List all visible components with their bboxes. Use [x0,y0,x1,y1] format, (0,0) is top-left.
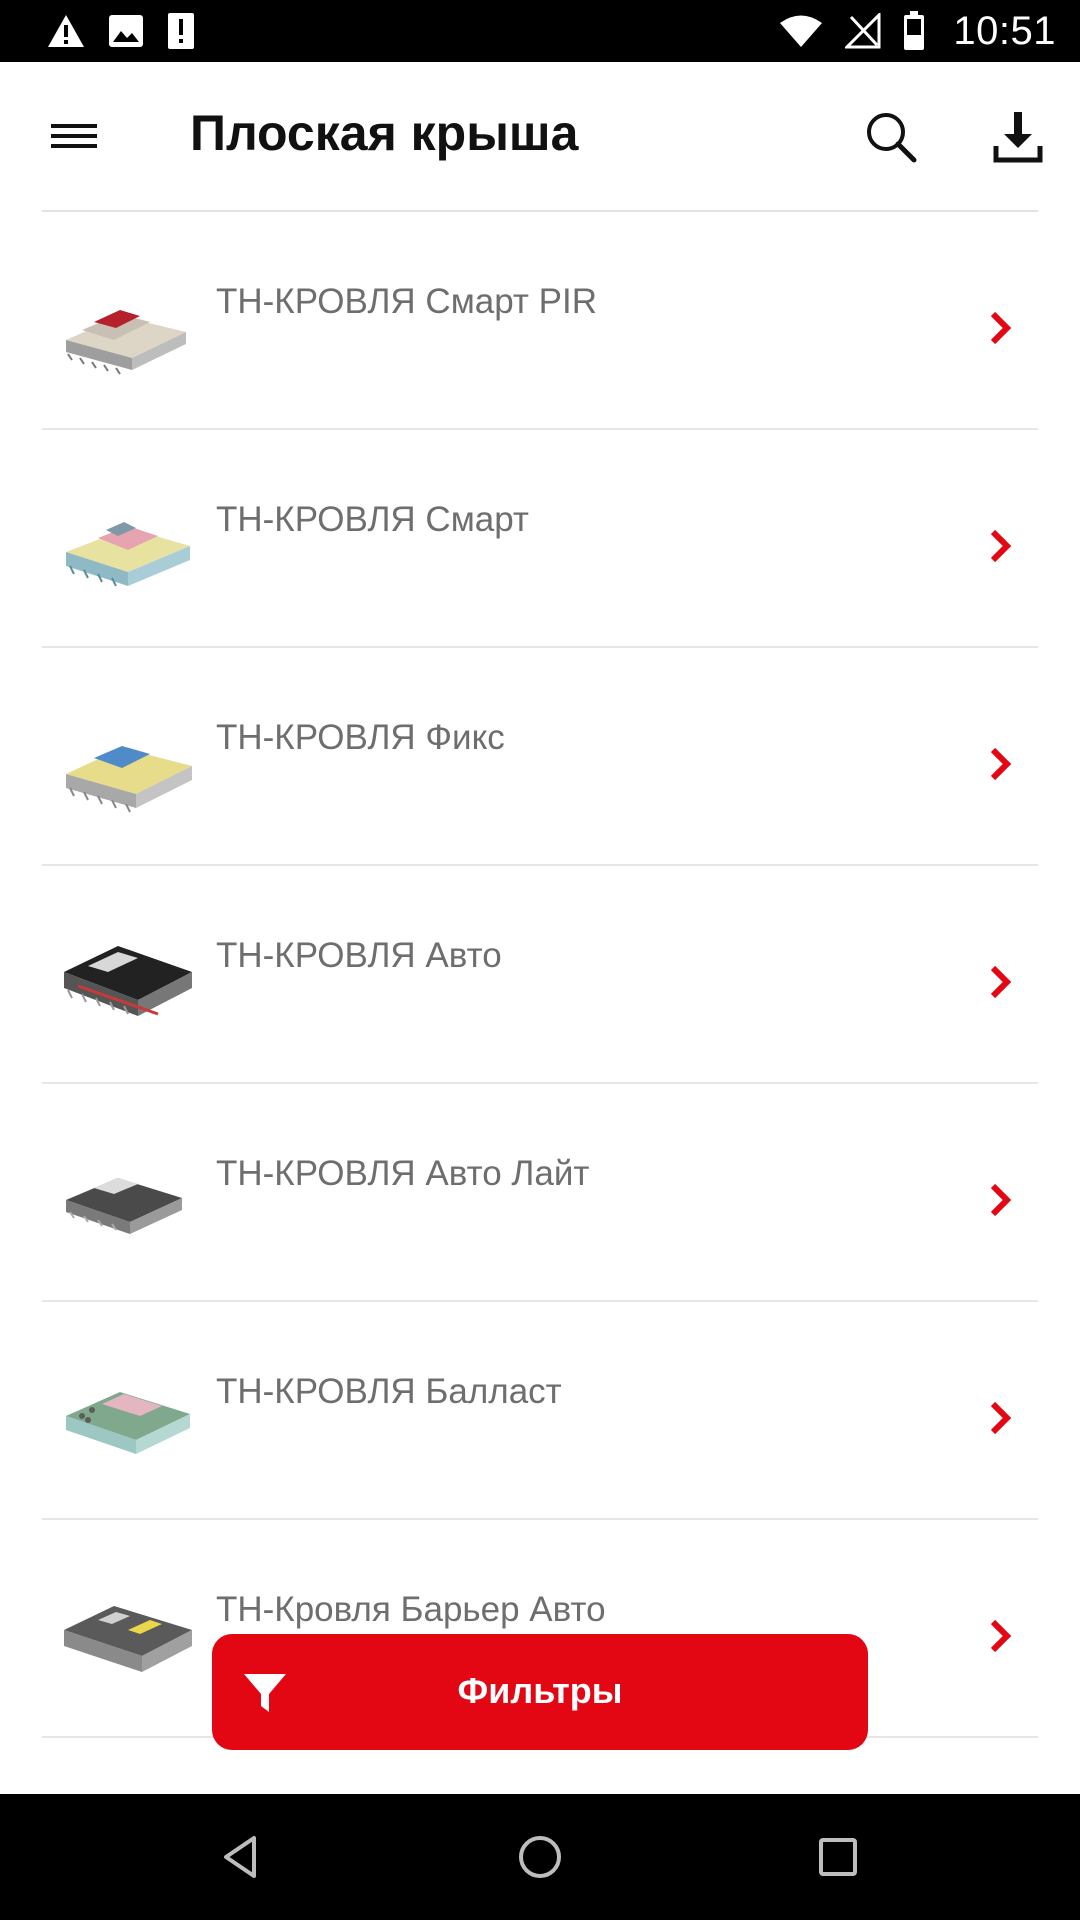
back-icon [224,1836,256,1878]
list-item[interactable]: ТН-КРОВЛЯ Авто Лайт [0,1084,1080,1302]
recents-button[interactable] [805,1824,871,1890]
wifi-icon [780,15,823,47]
status-time: 10:51 [953,8,1056,53]
chevron-right-icon [990,1183,1012,1217]
list-item[interactable]: ТН-КРОВЛЯ Фикс [0,648,1080,866]
menu-button[interactable] [38,110,110,162]
image-icon [109,15,143,47]
status-bar: 10:51 [0,0,1080,62]
item-title: ТН-КРОВЛЯ Авто Лайт [216,1154,590,1193]
page-title: Плоская крыша [190,105,579,161]
list-item[interactable]: ТН-КРОВЛЯ Авто [0,866,1080,1084]
app-bar: Плоская крыша [0,62,1080,210]
chevron-right-icon [990,311,1012,345]
filters-button[interactable]: Фильтры [212,1634,868,1750]
item-title: ТН-КРОВЛЯ Смарт [216,500,529,539]
roof-thumbnail [66,746,192,813]
chevron-right-icon [990,529,1012,563]
menu-icon [51,124,97,148]
item-title: ТН-КРОВЛЯ Балласт [216,1372,562,1411]
warning-icon [48,15,84,47]
roof-thumbnail [64,1606,192,1672]
roof-thumbnail [66,1392,190,1454]
item-title: ТН-КРОВЛЯ Смарт PIR [216,282,598,321]
roof-thumbnail [66,1178,182,1234]
recents-icon [819,1838,857,1876]
item-title: ТН-КРОВЛЯ Фикс [216,718,505,757]
filters-label: Фильтры [457,1670,623,1711]
download-icon [993,112,1043,163]
battery-icon [904,11,925,50]
chevron-right-icon [990,747,1012,781]
search-icon [867,113,917,163]
chevron-right-icon [990,1401,1012,1435]
roof-thumbnail [66,310,186,375]
list-item[interactable]: ТН-КРОВЛЯ Смарт PIR [0,212,1080,430]
item-title: ТН-Кровля Барьер Авто [216,1590,606,1629]
chevron-right-icon [990,965,1012,999]
roof-system-list: ТН-КРОВЛЯ Смарт PIR ТН-КРОВЛЯ Смарт ТН-К… [0,212,1080,1738]
download-button[interactable] [986,106,1050,170]
search-button[interactable] [860,106,924,170]
home-button[interactable] [507,1824,573,1890]
list-item[interactable]: ТН-КРОВЛЯ Смарт [0,430,1080,648]
item-title: ТН-КРОВЛЯ Авто [216,936,502,975]
navigation-bar [0,1794,1080,1920]
back-button[interactable] [208,1824,274,1890]
chevron-right-icon [990,1619,1012,1653]
roof-thumbnail [64,946,192,1016]
list-item[interactable]: ТН-КРОВЛЯ Балласт [0,1302,1080,1520]
home-icon [519,1836,561,1878]
alert-box-icon [168,13,194,49]
no-signal-icon [845,13,881,49]
roof-thumbnail [66,522,190,587]
